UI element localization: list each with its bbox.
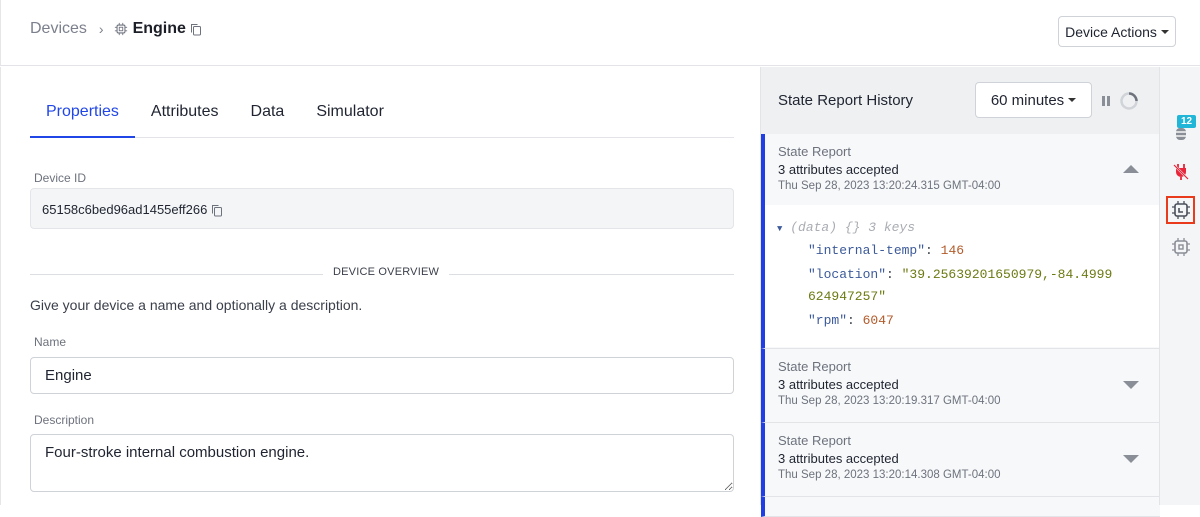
state-report-item[interactable]: State Report 3 attributes accepted Thu S… (761, 423, 1160, 497)
collapse-icon[interactable] (1123, 165, 1139, 173)
tab-bar: Properties Attributes Data Simulator (30, 91, 734, 138)
report-status: 3 attributes accepted (778, 451, 899, 466)
json-entry: "rpm": 6047 (808, 313, 894, 328)
report-timestamp: Thu Sep 28, 2023 13:20:14.308 GMT-04:00 (778, 469, 1001, 481)
report-status: 3 attributes accepted (778, 162, 899, 177)
debug-count-badge: 12 (1177, 115, 1197, 128)
chevron-down-icon (1160, 29, 1169, 34)
tab-simulator[interactable]: Simulator (300, 91, 400, 138)
device-chip-icon (114, 22, 127, 36)
device-actions-label: Device Actions (1065, 23, 1157, 40)
name-input[interactable] (30, 357, 734, 394)
report-timestamp: Thu Sep 28, 2023 13:20:24.315 GMT-04:00 (778, 180, 1001, 192)
state-report-item[interactable] (761, 497, 1160, 517)
page-header: Devices › Engine Device Actions (0, 0, 1200, 66)
report-timestamp: Thu Sep 28, 2023 13:20:19.317 GMT-04:00 (778, 395, 1001, 407)
report-type: State Report (778, 144, 851, 159)
expand-icon[interactable] (1123, 381, 1139, 389)
report-type: State Report (778, 359, 851, 374)
report-type: State Report (778, 433, 851, 448)
copy-device-id-icon[interactable] (211, 204, 223, 217)
pause-icon[interactable] (1101, 96, 1111, 106)
json-entry: "internal-temp": 146 (808, 243, 965, 258)
expand-icon[interactable] (1123, 455, 1139, 463)
device-chip-icon[interactable] (1171, 237, 1191, 257)
device-id-label: Device ID (34, 171, 87, 185)
device-actions-button[interactable]: Device Actions (1058, 16, 1176, 47)
json-summary[interactable]: ▼ (data) {} 3 keys (777, 220, 915, 235)
disconnected-plug-icon[interactable] (1171, 162, 1191, 182)
device-state-chip-icon[interactable] (1171, 200, 1191, 220)
properties-panel: Properties Attributes Data Simulator Dev… (0, 67, 760, 505)
name-label: Name (34, 335, 67, 349)
device-id-value: 65158c6bed96ad1455eff266 (42, 202, 208, 217)
panel-title: State Report History (778, 92, 914, 109)
section-title: DEVICE OVERVIEW (323, 266, 450, 278)
device-id-field: 65158c6bed96ad1455eff266 (30, 188, 734, 229)
breadcrumb-devices-link[interactable]: Devices (30, 20, 87, 38)
state-report-history-panel: State Report History 60 minutes State Re… (760, 67, 1160, 517)
description-textarea[interactable]: Four-stroke internal combustion engine. (30, 434, 734, 492)
description-label: Description (34, 413, 95, 427)
breadcrumb: Devices › Engine (30, 20, 202, 38)
tab-data[interactable]: Data (235, 91, 301, 138)
time-range-dropdown[interactable]: 60 minutes (975, 82, 1092, 118)
json-entry-continuation: 624947257" (808, 289, 887, 304)
caret-down-icon: ▼ (777, 224, 783, 234)
chevron-down-icon (1068, 98, 1077, 102)
report-data-viewer: ▼ (data) {} 3 keys "internal-temp": 146 … (765, 205, 1160, 347)
help-text: Give your device a name and optionally a… (30, 297, 363, 313)
tab-properties[interactable]: Properties (30, 91, 135, 138)
tab-attributes[interactable]: Attributes (135, 91, 235, 138)
breadcrumb-separator: › (98, 21, 104, 37)
state-report-item[interactable]: State Report 3 attributes accepted Thu S… (761, 349, 1160, 423)
state-report-item[interactable]: State Report 3 attributes accepted Thu S… (761, 134, 1160, 349)
json-entry: "location": "39.25639201650979,-84.4999 (808, 267, 1113, 282)
loading-spinner-icon (1120, 92, 1138, 110)
right-rail: 12 (1159, 67, 1200, 505)
time-range-value: 60 minutes (990, 91, 1065, 109)
device-name-title: Engine (132, 20, 186, 37)
copy-icon[interactable] (190, 23, 202, 36)
report-status: 3 attributes accepted (778, 377, 899, 392)
